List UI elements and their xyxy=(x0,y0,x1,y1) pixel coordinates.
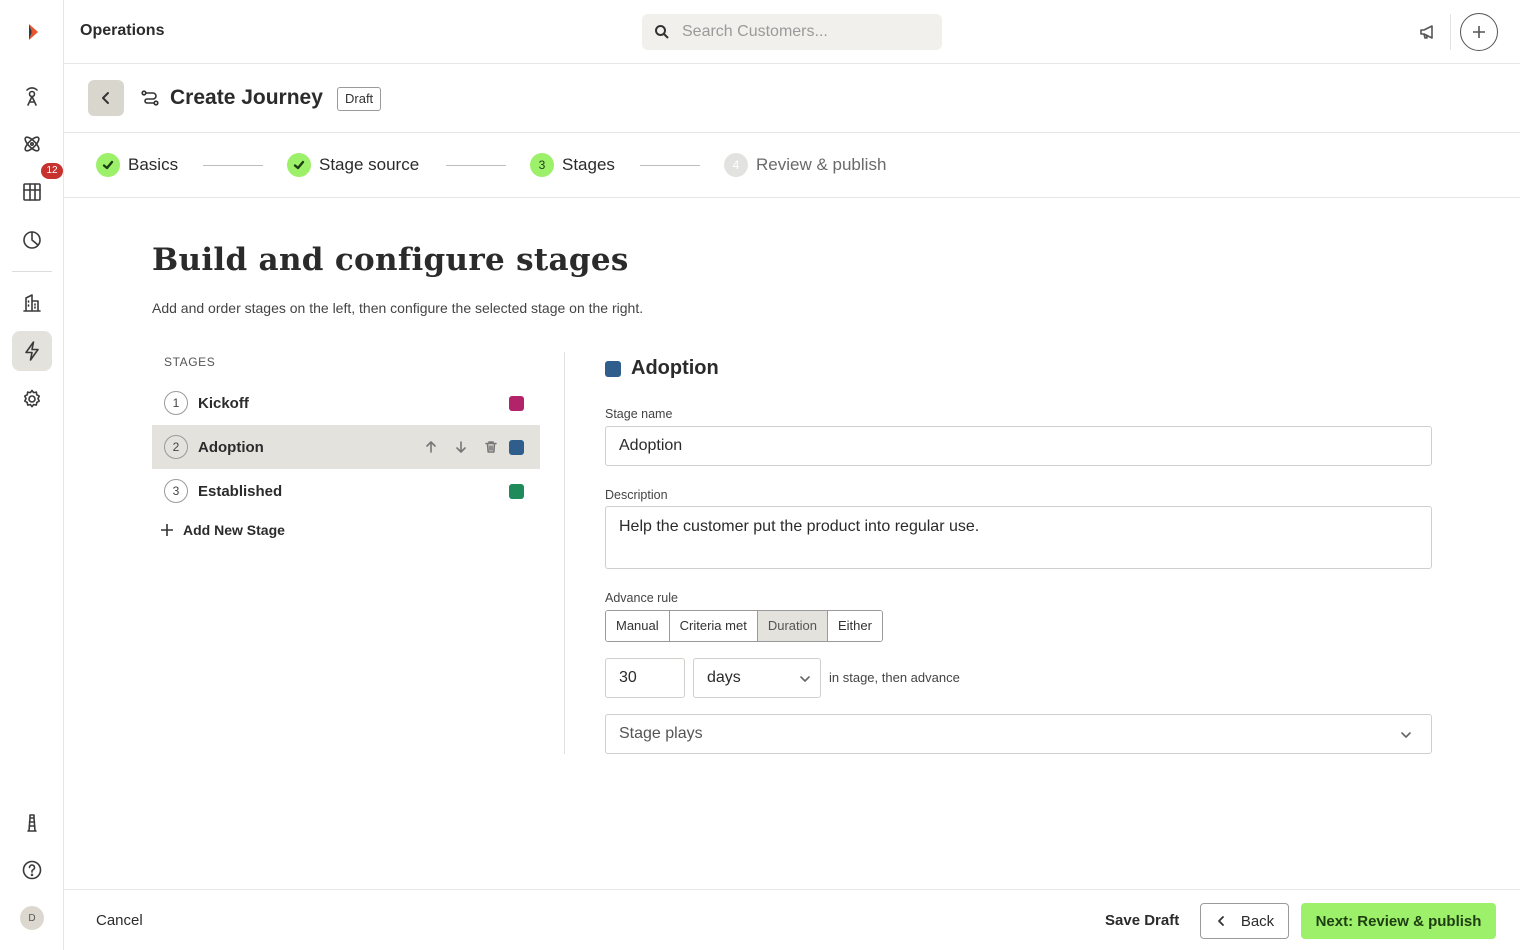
left-rail: 12 D xyxy=(0,0,64,950)
move-up-icon[interactable] xyxy=(424,440,438,454)
move-down-icon[interactable] xyxy=(454,440,468,454)
megaphone-icon[interactable] xyxy=(1418,22,1438,42)
back-arrow-button[interactable] xyxy=(88,80,124,116)
advance-option-manual[interactable]: Manual xyxy=(606,611,670,641)
progress-stepper: Basics Stage source 3 Stages 4 Review & … xyxy=(64,133,1520,198)
pie-chart-icon[interactable] xyxy=(12,220,52,260)
step-label: Review & publish xyxy=(756,155,887,174)
topbar-separator xyxy=(1450,14,1451,50)
plus-icon xyxy=(1473,26,1485,38)
step-stage-source[interactable]: Stage source xyxy=(287,153,419,177)
status-badge: Draft xyxy=(337,87,382,111)
footer-bar: Cancel Save Draft Back Next: Review & pu… xyxy=(64,889,1520,950)
step-complete-icon xyxy=(96,153,120,177)
lighthouse-icon[interactable] xyxy=(12,802,52,842)
cancel-button[interactable]: Cancel xyxy=(96,912,143,929)
step-connector xyxy=(640,165,700,166)
advance-rule-label: Advance rule xyxy=(605,591,678,605)
app-root: 12 D Operations Search Customers... Crea… xyxy=(0,0,1520,950)
stage-plays-placeholder: Stage plays xyxy=(619,725,703,742)
advance-option-criteria-met[interactable]: Criteria met xyxy=(669,611,758,641)
logo-icon[interactable] xyxy=(12,12,52,52)
stage-item-established[interactable]: 3 Established xyxy=(152,469,540,513)
lightning-icon[interactable] xyxy=(12,331,52,371)
stage-name: Kickoff xyxy=(198,394,249,412)
advance-rule-selector: Manual Criteria met Duration Either xyxy=(605,610,883,642)
chevron-left-icon xyxy=(102,92,109,104)
description-input[interactable]: Help the customer put the product into r… xyxy=(605,506,1432,569)
step-basics[interactable]: Basics xyxy=(96,153,178,177)
step-label: Basics xyxy=(128,155,179,174)
step-complete-icon xyxy=(287,153,311,177)
top-bar: Operations xyxy=(64,0,1520,64)
stage-number: 3 xyxy=(164,479,188,503)
search-input[interactable] xyxy=(682,23,922,41)
step-connector xyxy=(203,165,263,166)
route-icon xyxy=(140,88,160,108)
chevron-down-icon xyxy=(800,676,810,682)
stage-item-adoption[interactable]: 2 Adoption xyxy=(152,425,540,469)
stage-name-input[interactable] xyxy=(605,426,1432,466)
advance-option-duration[interactable]: Duration xyxy=(757,611,828,641)
description-label: Description xyxy=(605,488,668,502)
step-number: 3 xyxy=(530,153,554,177)
step-label: Stage source xyxy=(319,155,420,174)
workspace-title: Operations xyxy=(80,22,165,39)
detail-title: Adoption xyxy=(631,357,719,379)
step-label: Stages xyxy=(562,155,615,174)
stage-number: 1 xyxy=(164,391,188,415)
step-connector xyxy=(446,165,506,166)
stage-name-label: Stage name xyxy=(605,407,673,421)
gear-icon[interactable] xyxy=(12,379,52,419)
page-title: Create Journey xyxy=(170,86,323,109)
duration-unit-select[interactable]: days xyxy=(693,658,821,698)
chevron-down-icon xyxy=(1401,732,1411,738)
signal-tower-icon[interactable] xyxy=(12,76,52,116)
help-icon[interactable] xyxy=(12,850,52,890)
stage-name: Established xyxy=(198,482,283,500)
rail-divider xyxy=(12,271,52,272)
section-title: Build and configure stages xyxy=(152,242,629,278)
duration-input[interactable] xyxy=(605,658,685,698)
back-label: Back xyxy=(1240,912,1275,930)
advance-option-either[interactable]: Either xyxy=(827,611,882,641)
avatar[interactable]: D xyxy=(20,906,44,930)
step-number: 4 xyxy=(724,153,748,177)
search-icon xyxy=(655,25,669,39)
stage-color-swatch[interactable] xyxy=(509,439,524,455)
building-icon[interactable] xyxy=(12,283,52,323)
stage-color-swatch[interactable] xyxy=(509,395,524,411)
save-draft-button[interactable]: Save Draft xyxy=(1105,912,1179,929)
add-stage-button[interactable]: Add New Stage xyxy=(160,522,285,538)
next-review-publish-button[interactable]: Next: Review & publish xyxy=(1301,903,1496,939)
create-button[interactable] xyxy=(1460,13,1498,51)
step-review-publish[interactable]: 4 Review & publish xyxy=(724,153,886,177)
atom-icon[interactable] xyxy=(12,124,52,164)
panel-divider xyxy=(564,352,565,754)
stages-heading: STAGES xyxy=(164,355,216,369)
search-box[interactable] xyxy=(642,14,942,50)
notification-badge: 12 xyxy=(41,163,63,179)
stage-color-swatch[interactable] xyxy=(509,483,524,499)
stage-item-kickoff[interactable]: 1 Kickoff xyxy=(152,381,540,425)
back-button[interactable]: Back xyxy=(1200,903,1289,939)
page-header: Create Journey Draft xyxy=(64,64,1520,133)
section-subtitle: Add and order stages on the left, then c… xyxy=(152,300,644,316)
stage-number: 2 xyxy=(164,435,188,459)
duration-unit-value: days xyxy=(707,669,741,686)
step-stages[interactable]: 3 Stages xyxy=(530,153,615,177)
add-stage-label: Add New Stage xyxy=(183,522,285,538)
detail-color-swatch xyxy=(605,361,621,377)
plus-icon xyxy=(161,524,173,536)
duration-note: in stage, then advance xyxy=(829,670,960,685)
stage-name: Adoption xyxy=(198,438,264,456)
chevron-left-icon xyxy=(1217,916,1224,926)
trash-icon[interactable] xyxy=(484,440,498,454)
stage-plays-select[interactable]: Stage plays xyxy=(605,714,1432,754)
